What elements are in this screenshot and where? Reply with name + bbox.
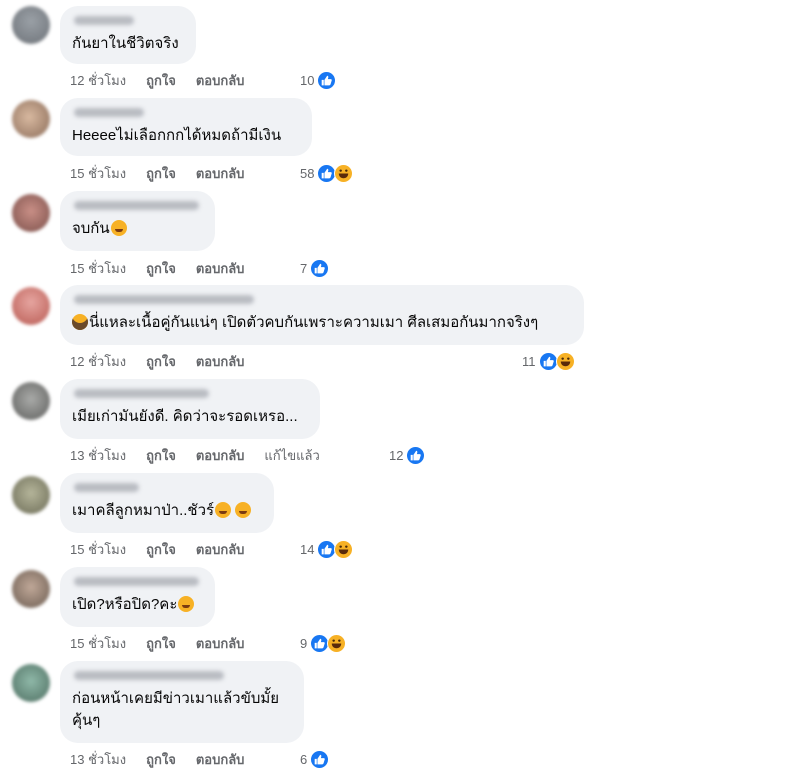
laugh-cry-emoji: [110, 220, 127, 236]
comment-time[interactable]: 12 ชั่วโมง: [70, 351, 126, 372]
like-button[interactable]: ถูกใจ: [146, 445, 176, 466]
reaction-count: 58: [300, 165, 315, 181]
comment-actions: 12 ชั่วโมง ถูกใจ ตอบกลับ: [70, 350, 264, 372]
comment-text: จบกัน: [72, 220, 110, 237]
comment-time[interactable]: 15 ชั่วโมง: [70, 258, 126, 279]
comment-text: ก่อนหน้าเคยมีข่าวเมาแล้วขับมั้ย คุ้นๆ: [72, 690, 280, 729]
reply-button[interactable]: ตอบกลับ: [196, 163, 245, 184]
reaction-count: 14: [300, 541, 315, 557]
reaction-summary[interactable]: 12: [389, 444, 426, 466]
haha-icon: [334, 163, 354, 183]
comment-text: เมียเก่ามันยังดี. คิดว่าจะรอดเหรอ...: [72, 408, 298, 425]
reaction-summary[interactable]: 7: [300, 257, 330, 279]
comment-text: นี่แหละเนื้อคู่กันแน่ๆ เปิดตัวคบกันเพราะ…: [89, 314, 539, 331]
avatar[interactable]: [12, 664, 50, 702]
commenter-name-redacted[interactable]: [74, 577, 199, 586]
grin-emoji: [178, 596, 195, 612]
like-button[interactable]: ถูกใจ: [146, 633, 176, 654]
commenter-name-redacted[interactable]: [74, 389, 209, 398]
commenter-name-redacted[interactable]: [74, 201, 199, 210]
like-button[interactable]: ถูกใจ: [146, 258, 176, 279]
comment-time[interactable]: 12 ชั่วโมง: [70, 70, 126, 91]
comment-bubble: เมาคลีลูกหมาป่า..ชัวร์: [60, 473, 274, 533]
avatar[interactable]: [12, 476, 50, 514]
reaction-count: 12: [389, 447, 404, 463]
reply-button[interactable]: ตอบกลับ: [196, 749, 245, 770]
like-icon: [310, 258, 330, 278]
comment-actions: 15 ชั่วโมง ถูกใจ ตอบกลับ: [70, 538, 264, 560]
comment-bubble: เมียเก่ามันยังดี. คิดว่าจะรอดเหรอ...: [60, 379, 320, 439]
commenter-name-redacted[interactable]: [74, 295, 254, 304]
comment-text: เปิด?หรือปิด?คะ: [72, 596, 178, 613]
comment-text: กันยาในชีวิตจริง: [72, 35, 179, 52]
comment-actions: 15 ชั่วโมง ถูกใจ ตอบกลับ: [70, 257, 264, 279]
comment-actions: 13 ชั่วโมง ถูกใจ ตอบกลับ แก้ไขแล้ว: [70, 444, 340, 466]
commenter-name-redacted[interactable]: [74, 108, 144, 117]
reaction-count: 7: [300, 260, 308, 276]
avatar[interactable]: [12, 382, 50, 420]
comment-text: เมาคลีลูกหมาป่า..ชัวร์: [72, 502, 215, 519]
commenter-name-redacted[interactable]: [74, 483, 139, 492]
reply-button[interactable]: ตอบกลับ: [196, 351, 245, 372]
like-button[interactable]: ถูกใจ: [146, 163, 176, 184]
reaction-summary[interactable]: 11: [522, 350, 575, 372]
like-button[interactable]: ถูกใจ: [146, 749, 176, 770]
reaction-summary[interactable]: 14: [300, 538, 354, 560]
reaction-count: 10: [300, 72, 315, 88]
like-icon: [406, 445, 426, 465]
detective-emoji: [72, 314, 88, 330]
reply-button[interactable]: ตอบกลับ: [196, 70, 245, 91]
reply-button[interactable]: ตอบกลับ: [196, 445, 245, 466]
comment-bubble: เปิด?หรือปิด?คะ: [60, 567, 215, 627]
avatar[interactable]: [12, 6, 50, 44]
like-icon: [317, 70, 337, 90]
avatar[interactable]: [12, 570, 50, 608]
reaction-summary[interactable]: 10: [300, 69, 337, 91]
haha-icon: [555, 351, 575, 371]
reply-button[interactable]: ตอบกลับ: [196, 258, 245, 279]
like-button[interactable]: ถูกใจ: [146, 70, 176, 91]
comment-time[interactable]: 15 ชั่วโมง: [70, 163, 126, 184]
relieved-emoji: [215, 502, 232, 518]
haha-icon: [327, 633, 347, 653]
reaction-summary[interactable]: 6: [300, 748, 330, 770]
reply-button[interactable]: ตอบกลับ: [196, 633, 245, 654]
haha-icon: [334, 539, 354, 559]
comment-time[interactable]: 15 ชั่วโมง: [70, 539, 126, 560]
like-button[interactable]: ถูกใจ: [146, 539, 176, 560]
reply-button[interactable]: ตอบกลับ: [196, 539, 245, 560]
commenter-name-redacted[interactable]: [74, 671, 224, 680]
comment-time[interactable]: 15 ชั่วโมง: [70, 633, 126, 654]
reaction-count: 6: [300, 751, 308, 767]
comment-actions: 15 ชั่วโมง ถูกใจ ตอบกลับ: [70, 162, 264, 184]
comment-bubble: ก่อนหน้าเคยมีข่าวเมาแล้วขับมั้ย คุ้นๆ: [60, 661, 304, 743]
comment-bubble: Heeeeไม่เลือกกกได้หมดถ้ามีเงิน: [60, 98, 312, 156]
like-icon: [538, 351, 558, 371]
comment-actions: 12 ชั่วโมง ถูกใจ ตอบกลับ: [70, 69, 264, 91]
comment-text-line: เมาคลีลูกหมาป่า..ชัวร์: [72, 500, 262, 522]
avatar[interactable]: [12, 287, 50, 325]
like-icon: [310, 749, 330, 769]
avatar[interactable]: [12, 100, 50, 138]
comment-bubble: นี่แหละเนื้อคู่กันแน่ๆ เปิดตัวคบกันเพราะ…: [60, 285, 584, 345]
relieved-emoji: [235, 502, 252, 518]
comment-text-line: เปิด?หรือปิด?คะ: [72, 594, 203, 616]
comment-actions: 13 ชั่วโมง ถูกใจ ตอบกลับ: [70, 748, 264, 770]
comment-time[interactable]: 13 ชั่วโมง: [70, 445, 126, 466]
reaction-count: 9: [300, 635, 308, 651]
comment-text-line: นี่แหละเนื้อคู่กันแน่ๆ เปิดตัวคบกันเพราะ…: [72, 312, 572, 334]
reaction-summary[interactable]: 9: [300, 632, 347, 654]
reaction-count: 11: [522, 353, 536, 369]
like-button[interactable]: ถูกใจ: [146, 351, 176, 372]
comment-text-line: จบกัน: [72, 218, 203, 240]
edited-label[interactable]: แก้ไขแล้ว: [264, 445, 319, 466]
comment-bubble: กันยาในชีวิตจริง: [60, 6, 196, 64]
avatar[interactable]: [12, 194, 50, 232]
commenter-name-redacted[interactable]: [74, 16, 134, 25]
comment-text: Heeeeไม่เลือกกกได้หมดถ้ามีเงิน: [72, 127, 282, 144]
comment-bubble: จบกัน: [60, 191, 215, 251]
reaction-summary[interactable]: 58: [300, 162, 354, 184]
comment-actions: 15 ชั่วโมง ถูกใจ ตอบกลับ: [70, 632, 264, 654]
comment-time[interactable]: 13 ชั่วโมง: [70, 749, 126, 770]
